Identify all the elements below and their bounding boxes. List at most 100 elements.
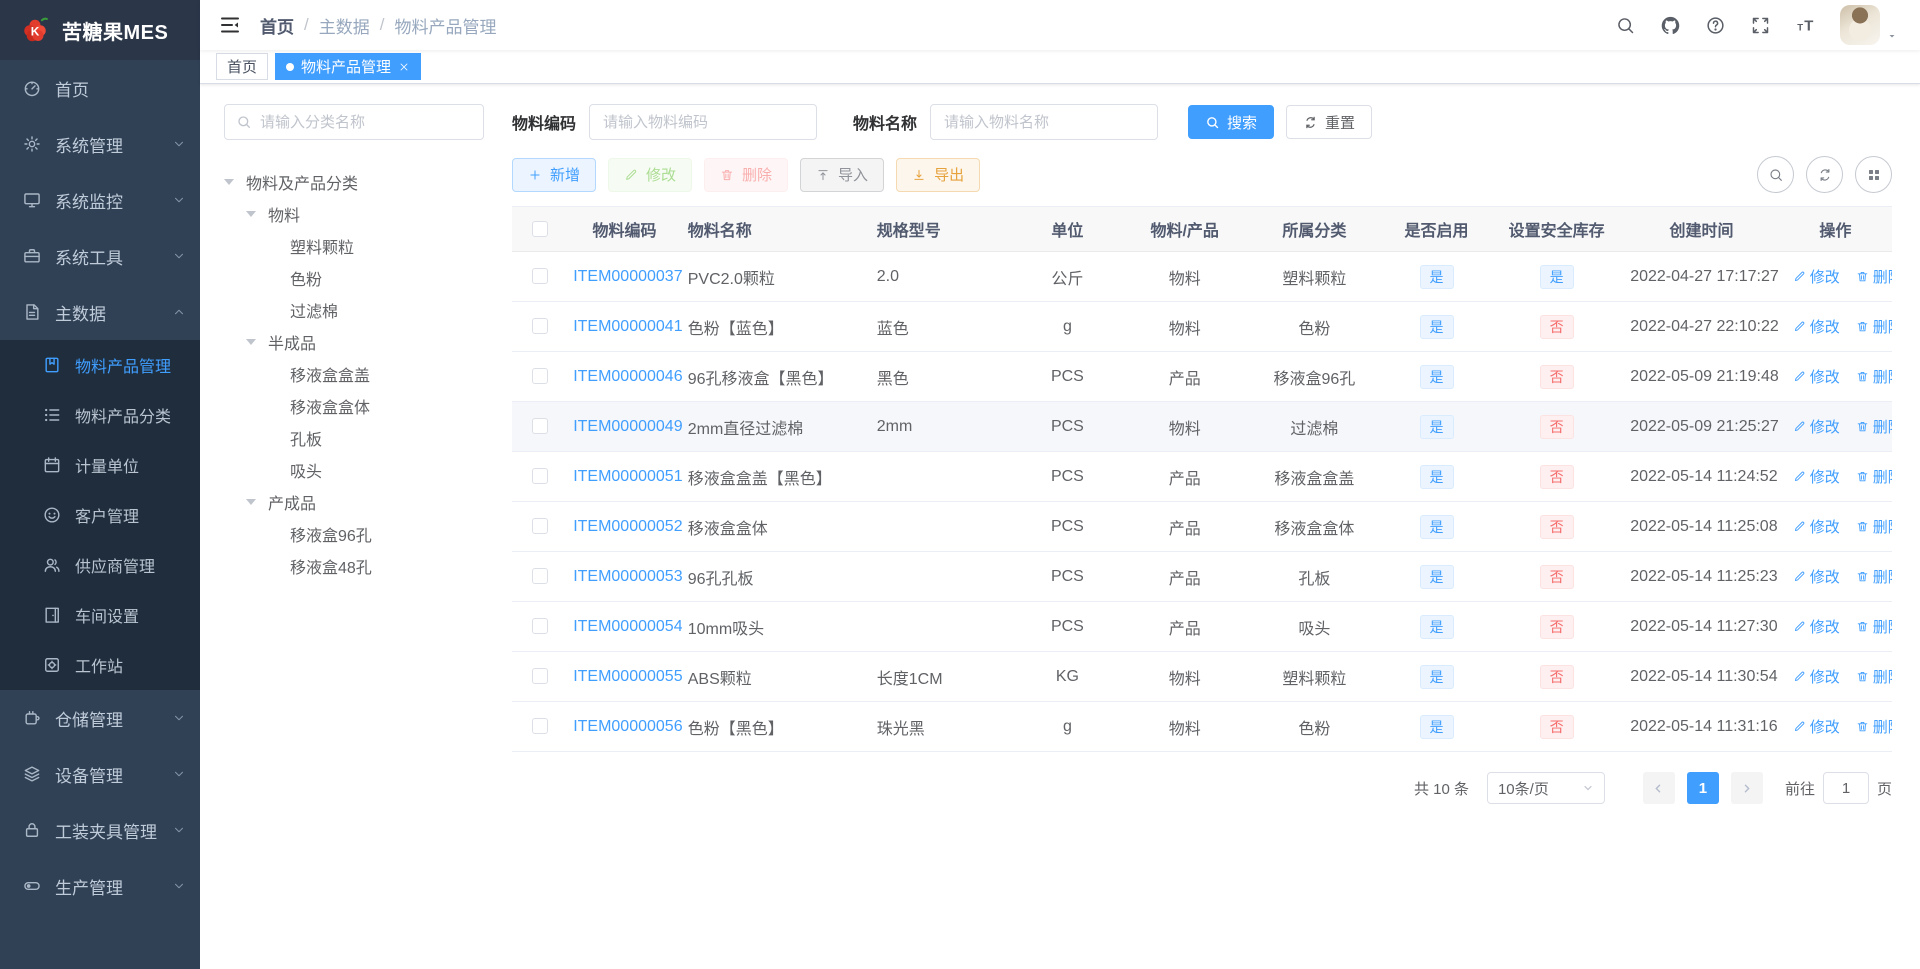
next-page-button[interactable] <box>1730 772 1763 804</box>
sidebar-item-计量单位[interactable]: 计量单位 <box>0 440 200 490</box>
font-size-icon[interactable]: TT <box>1795 15 1816 36</box>
breadcrumb-item[interactable]: 主数据 <box>319 13 370 38</box>
search-button[interactable]: 搜索 <box>1188 105 1275 139</box>
row-delete-link[interactable]: 删除 <box>1856 666 1892 687</box>
material-code-link[interactable]: ITEM00000046 <box>573 368 682 385</box>
reset-button[interactable]: 重置 <box>1286 105 1373 139</box>
user-menu[interactable] <box>1840 5 1898 45</box>
material-code-input[interactable] <box>589 104 818 140</box>
tree-node-孔板[interactable]: 孔板 <box>224 422 484 454</box>
page-number-1[interactable]: 1 <box>1686 772 1719 804</box>
material-code-link[interactable]: ITEM00000051 <box>573 468 682 485</box>
row-delete-link[interactable]: 删除 <box>1856 566 1892 587</box>
row-edit-link[interactable]: 修改 <box>1793 666 1840 687</box>
question-icon[interactable] <box>1705 15 1726 36</box>
删除-button[interactable]: 删除 <box>704 157 789 192</box>
tree-node-吸头[interactable]: 吸头 <box>224 454 484 486</box>
material-name-input[interactable] <box>930 104 1159 140</box>
tree-expand-caret[interactable] <box>246 339 268 345</box>
sidebar-item-工作站[interactable]: 工作站 <box>0 640 200 690</box>
row-edit-link[interactable]: 修改 <box>1793 566 1840 587</box>
tree-expand-caret[interactable] <box>224 179 246 185</box>
row-delete-link[interactable]: 删除 <box>1856 516 1892 537</box>
row-edit-link[interactable]: 修改 <box>1793 616 1840 637</box>
breadcrumb-item[interactable]: 物料产品管理 <box>394 13 496 38</box>
tree-node-移液盒盒体[interactable]: 移液盒盒体 <box>224 390 484 422</box>
material-code-link[interactable]: ITEM00000049 <box>573 418 682 435</box>
tree-node-移液盒48孔[interactable]: 移液盒48孔 <box>224 550 484 582</box>
category-search-input[interactable] <box>260 113 472 131</box>
row-delete-link[interactable]: 删除 <box>1856 716 1892 737</box>
sidebar-item-主数据[interactable]: 主数据 <box>0 284 200 340</box>
sidebar-item-生产管理[interactable]: 生产管理 <box>0 858 200 914</box>
hamburger-icon[interactable] <box>218 13 242 37</box>
sidebar-item-供应商管理[interactable]: 供应商管理 <box>0 540 200 590</box>
sidebar-item-工装夹具管理[interactable]: 工装夹具管理 <box>0 802 200 858</box>
sidebar-item-系统监控[interactable]: 系统监控 <box>0 172 200 228</box>
tree-node-产成品[interactable]: 产成品 <box>224 486 484 518</box>
row-checkbox[interactable] <box>531 718 548 735</box>
导出-button[interactable]: 导出 <box>896 157 981 192</box>
sidebar-item-车间设置[interactable]: 车间设置 <box>0 590 200 640</box>
row-edit-link[interactable]: 修改 <box>1793 366 1840 387</box>
material-code-link[interactable]: ITEM00000056 <box>573 718 682 735</box>
select-all-checkbox[interactable] <box>531 220 548 237</box>
material-code-link[interactable]: ITEM00000052 <box>573 518 682 535</box>
row-delete-link[interactable]: 删除 <box>1856 366 1892 387</box>
row-edit-link[interactable]: 修改 <box>1793 416 1840 437</box>
sidebar-item-首页[interactable]: 首页 <box>0 60 200 116</box>
row-edit-link[interactable]: 修改 <box>1793 316 1840 337</box>
sidebar-item-仓储管理[interactable]: 仓储管理 <box>0 690 200 746</box>
search-circle-button[interactable] <box>1757 156 1794 193</box>
row-checkbox[interactable] <box>531 518 548 535</box>
sidebar-item-设备管理[interactable]: 设备管理 <box>0 746 200 802</box>
page-size-select[interactable]: 10条/页 <box>1486 772 1605 804</box>
row-checkbox[interactable] <box>531 618 548 635</box>
grid-circle-button[interactable] <box>1855 156 1892 193</box>
tree-node-色粉[interactable]: 色粉 <box>224 262 484 294</box>
tree-node-半成品[interactable]: 半成品 <box>224 326 484 358</box>
material-code-link[interactable]: ITEM00000037 <box>573 268 682 285</box>
tab-物料产品管理[interactable]: 物料产品管理 <box>275 53 422 80</box>
close-icon[interactable] <box>398 61 410 73</box>
material-code-link[interactable]: ITEM00000054 <box>573 618 682 635</box>
row-edit-link[interactable]: 修改 <box>1793 466 1840 487</box>
avatar[interactable] <box>1840 5 1880 45</box>
tree-expand-caret[interactable] <box>246 499 268 505</box>
tree-node-过滤棉[interactable]: 过滤棉 <box>224 294 484 326</box>
row-checkbox[interactable] <box>531 568 548 585</box>
row-checkbox[interactable] <box>531 368 548 385</box>
search-icon[interactable] <box>1615 15 1636 36</box>
row-edit-link[interactable]: 修改 <box>1793 266 1840 287</box>
tree-expand-caret[interactable] <box>246 211 268 217</box>
row-checkbox[interactable] <box>531 318 548 335</box>
material-code-link[interactable]: ITEM00000055 <box>573 668 682 685</box>
row-edit-link[interactable]: 修改 <box>1793 516 1840 537</box>
tree-node-物料[interactable]: 物料 <box>224 198 484 230</box>
导入-button[interactable]: 导入 <box>800 157 885 192</box>
row-delete-link[interactable]: 删除 <box>1856 616 1892 637</box>
sidebar-item-系统工具[interactable]: 系统工具 <box>0 228 200 284</box>
sidebar-item-物料产品分类[interactable]: 物料产品分类 <box>0 390 200 440</box>
新增-button[interactable]: 新增 <box>512 157 597 192</box>
refresh-circle-button[interactable] <box>1806 156 1843 193</box>
prev-page-button[interactable] <box>1642 772 1675 804</box>
row-delete-link[interactable]: 删除 <box>1856 416 1892 437</box>
tree-node-移液盒96孔[interactable]: 移液盒96孔 <box>224 518 484 550</box>
tree-node-移液盒盒盖[interactable]: 移液盒盒盖 <box>224 358 484 390</box>
material-code-link[interactable]: ITEM00000053 <box>573 568 682 585</box>
修改-button[interactable]: 修改 <box>608 157 693 192</box>
row-checkbox[interactable] <box>531 268 548 285</box>
row-checkbox[interactable] <box>531 668 548 685</box>
row-checkbox[interactable] <box>531 418 548 435</box>
row-delete-link[interactable]: 删除 <box>1856 466 1892 487</box>
sidebar-item-物料产品管理[interactable]: 物料产品管理 <box>0 340 200 390</box>
material-code-link[interactable]: ITEM00000041 <box>573 318 682 335</box>
row-edit-link[interactable]: 修改 <box>1793 716 1840 737</box>
row-delete-link[interactable]: 删除 <box>1856 316 1892 337</box>
row-delete-link[interactable]: 删除 <box>1856 266 1892 287</box>
sidebar-item-系统管理[interactable]: 系统管理 <box>0 116 200 172</box>
github-icon[interactable] <box>1660 15 1681 36</box>
goto-page-input[interactable] <box>1822 772 1869 804</box>
tree-node-塑料颗粒[interactable]: 塑料颗粒 <box>224 230 484 262</box>
